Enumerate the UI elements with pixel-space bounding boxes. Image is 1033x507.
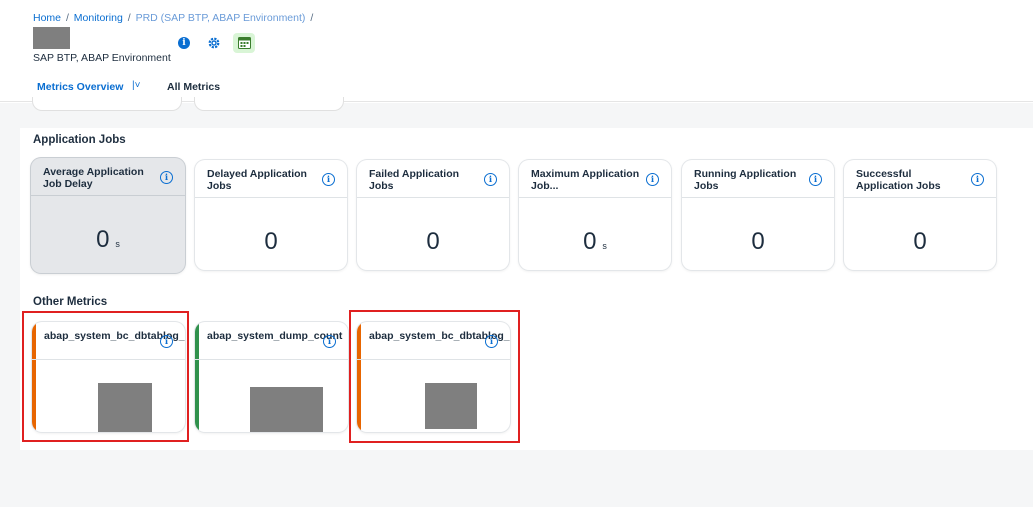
info-icon[interactable]: i [484,173,497,186]
breadcrumb: Home / Monitoring / PRD (SAP BTP, ABAP E… [33,12,315,24]
tab-all-metrics[interactable]: All Metrics [167,81,220,93]
divider [195,197,347,198]
redacted-chart [250,387,323,432]
section-title: Application Jobs [33,134,126,146]
breadcrumb-current[interactable]: PRD (SAP BTP, ABAP Environment) [136,12,306,24]
metric-card-dump-count[interactable]: abap_system_dump_count i [195,322,348,432]
tab-metrics-overview[interactable]: Metrics Overview [37,81,123,93]
metric-card-successful-application-jobs[interactable]: Successful Application Jobs i 0 [844,160,996,270]
breadcrumb-separator: / [310,12,314,24]
section-title: Other Metrics [33,296,108,308]
info-icon[interactable]: i [323,335,336,348]
content-area: Application Jobs Average Application Job… [0,97,1033,507]
card-value: 0s [96,226,120,253]
page-header: Home / Monitoring / PRD (SAP BTP, ABAP E… [0,0,1033,102]
metric-card-delayed-application-jobs[interactable]: Delayed Application Jobs i 0 [195,160,347,270]
previous-section-remnant [20,97,1033,123]
breadcrumb-separator: / [127,12,131,24]
calendar-icon[interactable] [233,33,255,53]
card-bottom-edge [32,97,182,111]
card-value: 0 [751,228,765,255]
settings-icon[interactable] [205,34,223,52]
card-title: abap_system_dump_count [207,330,343,342]
metric-card-running-application-jobs[interactable]: Running Application Jobs i 0 [682,160,834,270]
info-icon[interactable]: i [646,173,659,186]
highlight-box [349,310,520,443]
divider [682,197,834,198]
status-stripe [195,322,199,432]
metric-card-failed-application-jobs[interactable]: Failed Application Jobs i 0 [357,160,509,270]
card-title: Running Application Jobs [694,168,797,192]
metric-card-maximum-application-job[interactable]: Maximum Application Job... i 0s [519,160,671,270]
info-icon[interactable]: i [971,173,984,186]
info-icon[interactable]: i [175,34,193,52]
card-title: Failed Application Jobs [369,168,460,192]
highlight-box [22,311,189,442]
breadcrumb-home[interactable]: Home [33,12,61,24]
card-title: Successful Application Jobs [856,168,941,192]
info-icon[interactable]: i [160,171,173,184]
unit: s [602,241,607,251]
application-jobs-section: Application Jobs Average Application Job… [20,128,1033,290]
card-value: 0s [583,228,607,255]
card-bottom-edge [194,97,344,111]
card-title: Delayed Application Jobs [207,168,307,192]
breadcrumb-monitoring[interactable]: Monitoring [74,12,123,24]
info-icon[interactable]: i [322,173,335,186]
divider [519,197,671,198]
card-value: 0 [913,228,927,255]
divider [844,197,996,198]
divider [357,197,509,198]
chevron-down-icon[interactable]: |˅ [132,80,140,91]
card-title: Maximum Application Job... [531,168,640,192]
redacted-page-title [33,27,70,49]
unit: s [115,239,120,249]
breadcrumb-separator: / [65,12,69,24]
divider [31,195,185,196]
metric-card-average-application-job-delay[interactable]: Average Application Job Delay i 0s [31,158,185,273]
card-value: 0 [426,228,440,255]
card-value: 0 [264,228,278,255]
divider [195,359,348,360]
card-title: Average Application Job Delay [43,166,144,190]
page-subtitle: SAP BTP, ABAP Environment [33,52,171,64]
info-icon[interactable]: i [809,173,822,186]
